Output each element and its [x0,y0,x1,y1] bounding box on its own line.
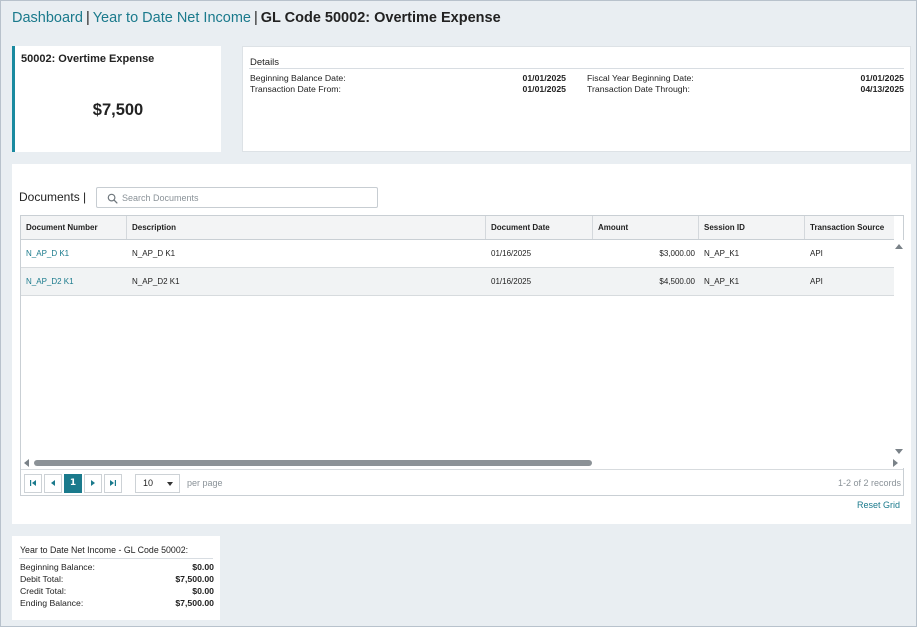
page-1-button[interactable]: 1 [64,474,82,493]
grid-body: N_AP_D K1 N_AP_D K1 01/16/2025 $3,000.00… [21,240,894,458]
next-page-button[interactable] [84,474,102,493]
last-page-button[interactable] [104,474,122,493]
search-box[interactable] [96,187,378,208]
ytd-value: $0.00 [192,586,214,596]
divider [249,68,904,69]
breadcrumb-dashboard[interactable]: Dashboard [12,10,83,26]
last-page-icon [110,480,116,486]
breadcrumb: Dashboard | Year to Date Net Income | GL Cod… [12,10,501,28]
column-header-session-id[interactable]: Session ID [699,216,805,239]
detail-label: Transaction Date Through: [587,84,690,94]
cell-document-number-link[interactable]: N_AP_D2 K1 [21,268,127,295]
scroll-down-arrow-icon[interactable] [895,449,903,454]
chevron-right-icon [91,480,95,486]
cell-session-id: N_AP_K1 [704,249,740,258]
ytd-row-debit-total: Debit Total: $7,500.00 [20,574,214,585]
column-header-amount[interactable]: Amount [593,216,699,239]
breadcrumb-ytd-net-income[interactable]: Year to Date Net Income [93,10,251,26]
ytd-row-credit-total: Credit Total: $0.00 [20,586,214,597]
cell-document-date: 01/16/2025 [491,277,532,286]
ytd-row-ending-balance: Ending Balance: $7,500.00 [20,598,214,609]
page-size-value: 10 [143,478,154,488]
scroll-right-arrow-icon[interactable] [893,459,898,467]
summary-value: $7,500 [92,101,144,119]
detail-beginning-balance-date: Beginning Balance Date: 01/01/2025 [250,73,566,84]
ytd-title: Year to Date Net Income - GL Code 50002: [20,545,189,555]
horizontal-scroll-thumb[interactable] [34,460,592,466]
breadcrumb-separator: | [85,10,90,26]
divider [19,558,213,559]
reset-grid-link[interactable]: Reset Grid [857,500,900,510]
cell-description: N_AP_D2 K1 [132,277,180,286]
page-size-select[interactable]: 10 [135,474,180,493]
summary-title: 50002: Overtime Expense [21,53,155,65]
detail-value: 01/01/2025 [522,84,566,94]
breadcrumb-separator: | [253,10,258,26]
scroll-up-arrow-icon[interactable] [895,244,903,249]
ytd-label: Beginning Balance: [20,562,95,572]
cell-transaction-source: API [810,277,823,286]
detail-label: Beginning Balance Date: [250,73,346,83]
detail-value: 01/01/2025 [522,73,566,83]
column-header-document-number[interactable]: Document Number [21,216,127,239]
ytd-summary-card: Year to Date Net Income - GL Code 50002:… [12,536,220,620]
per-page-label: per page [187,478,223,488]
detail-fiscal-year-beginning-date: Fiscal Year Beginning Date: 01/01/2025 [587,73,904,84]
chevron-left-icon [51,480,55,486]
cell-transaction-source: API [810,249,823,258]
table-row[interactable]: N_AP_D2 K1 N_AP_D2 K1 01/16/2025 $4,500.… [21,268,894,296]
summary-card: 50002: Overtime Expense $7,500 [12,46,221,152]
detail-value: 01/01/2025 [860,73,904,83]
app-frame: Dashboard | Year to Date Net Income | GL Cod… [0,0,917,627]
ytd-label: Ending Balance: [20,598,84,608]
ytd-row-beginning-balance: Beginning Balance: $0.00 [20,562,214,573]
ytd-value: $7,500.00 [175,598,214,608]
ytd-value: $0.00 [192,562,214,572]
cell-document-number-link[interactable]: N_AP_D K1 [21,240,127,267]
detail-label: Fiscal Year Beginning Date: [587,73,694,83]
first-page-icon [30,480,36,486]
ytd-value: $7,500.00 [175,574,214,584]
documents-label: Documents | [19,190,87,204]
page-title: GL Code 50002: Overtime Expense [260,10,501,26]
table-row[interactable]: N_AP_D K1 N_AP_D K1 01/16/2025 $3,000.00… [21,240,894,268]
details-title: Details [250,57,280,68]
detail-label: Transaction Date From: [250,84,341,94]
ytd-label: Debit Total: [20,574,64,584]
cell-session-id: N_AP_K1 [704,277,740,286]
cell-amount: $4,500.00 [659,277,695,286]
detail-transaction-date-from: Transaction Date From: 01/01/2025 [250,84,566,95]
detail-transaction-date-through: Transaction Date Through: 04/13/2025 [587,84,904,95]
chevron-down-icon [167,482,173,486]
column-header-description[interactable]: Description [127,216,486,239]
pager: 1 10 per page 1-2 of 2 records [21,469,903,496]
documents-grid: Document Number Description Document Dat… [20,215,904,496]
column-header-document-date[interactable]: Document Date [486,216,593,239]
scroll-left-arrow-icon[interactable] [24,459,29,467]
horizontal-scrollbar[interactable] [21,458,904,468]
details-card: Details Beginning Balance Date: 01/01/20… [242,46,911,152]
search-icon [107,193,118,204]
cell-description: N_AP_D K1 [132,249,176,258]
vertical-scrollbar[interactable] [894,240,904,458]
first-page-button[interactable] [24,474,42,493]
records-count: 1-2 of 2 records [837,478,901,488]
cell-amount: $3,000.00 [659,249,695,258]
cell-document-date: 01/16/2025 [491,249,532,258]
grid-header: Document Number Description Document Dat… [21,216,894,240]
ytd-label: Credit Total: [20,586,67,596]
column-header-transaction-source[interactable]: Transaction Source [805,216,894,239]
documents-panel: Documents | Document Number Description … [12,164,911,524]
search-input[interactable] [122,190,372,205]
previous-page-button[interactable] [44,474,62,493]
detail-value: 04/13/2025 [860,84,904,94]
